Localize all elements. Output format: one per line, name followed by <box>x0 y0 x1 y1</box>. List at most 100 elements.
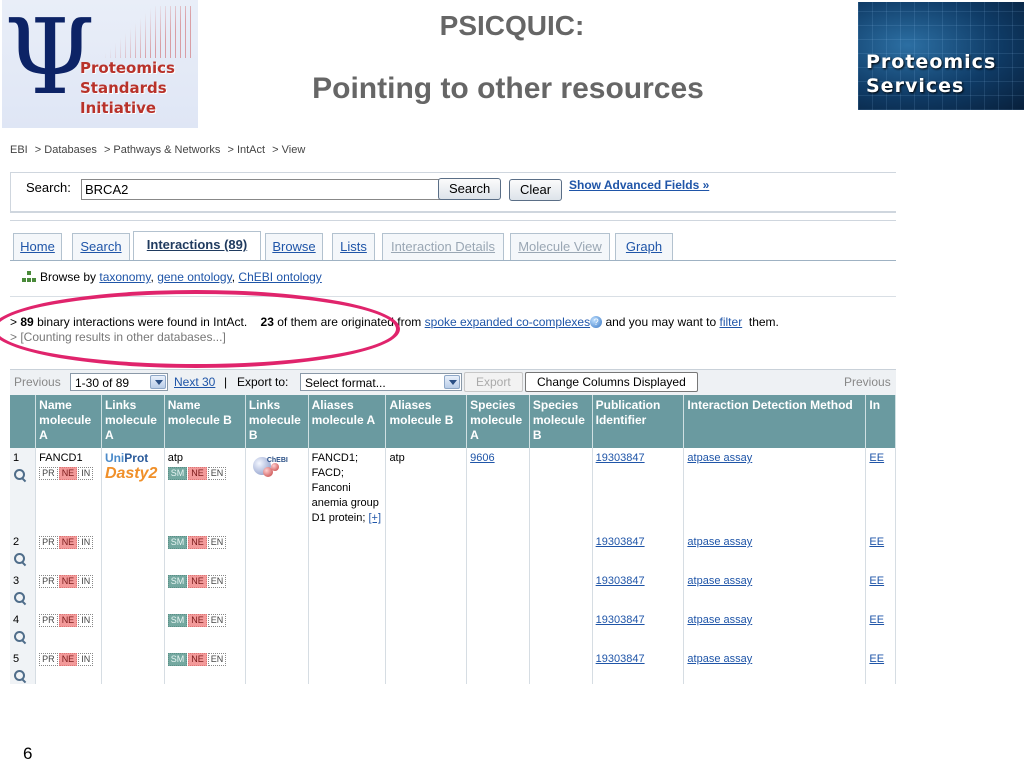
pager-separator: | <box>224 375 228 389</box>
tag-in[interactable]: IN <box>78 467 94 480</box>
tag-ne[interactable]: NE <box>188 614 207 627</box>
filter-link[interactable]: filter <box>720 315 743 329</box>
column-header[interactable]: Links molecule B <box>245 395 309 448</box>
detection-method-link[interactable]: atpase assay <box>687 452 752 464</box>
tab-graph[interactable]: Graph <box>615 233 673 260</box>
search-input[interactable] <box>81 179 441 200</box>
tag-ne[interactable]: NE <box>58 575 78 588</box>
search-button[interactable]: Search <box>438 178 502 200</box>
magnifier-icon[interactable] <box>13 669 27 683</box>
change-columns-button[interactable]: Change Columns Displayed <box>525 372 698 392</box>
breadcrumb-item[interactable]: > Databases <box>35 144 97 156</box>
tag-ne[interactable]: NE <box>58 467 78 480</box>
tab-lists[interactable]: Lists <box>332 233 375 260</box>
clear-button[interactable]: Clear <box>509 179 563 201</box>
show-advanced-fields-link[interactable]: Show Advanced Fields » <box>569 178 709 192</box>
column-header[interactable]: Species molecule A <box>466 395 530 448</box>
tab-molecule-view[interactable]: Molecule View <box>510 233 610 260</box>
tag-in[interactable]: IN <box>78 575 94 588</box>
tag-pr[interactable]: PR <box>39 653 58 666</box>
tag-ne[interactable]: NE <box>188 653 207 666</box>
page-range-select[interactable]: 1-30 of 89 <box>70 373 168 391</box>
tag-sm[interactable]: SM <box>167 614 188 627</box>
next-30-link[interactable]: Next 30 <box>174 375 215 389</box>
publication-link[interactable]: 19303847 <box>596 452 645 464</box>
truncated-cell: EE <box>865 448 896 532</box>
tag-pr[interactable]: PR <box>39 575 58 588</box>
tag-in[interactable]: IN <box>78 614 94 627</box>
tab-home[interactable]: Home <box>13 233 62 260</box>
tag-in[interactable]: IN <box>78 536 94 549</box>
tab-search[interactable]: Search <box>72 233 130 260</box>
tag-en[interactable]: EN <box>207 467 227 480</box>
truncated-link[interactable]: EE <box>869 653 884 665</box>
dasty-logo[interactable]: Dasty2 <box>105 466 161 482</box>
breadcrumb-item[interactable]: > Pathways & Networks <box>104 144 220 156</box>
tab-interactions[interactable]: Interactions (89) <box>133 231 261 260</box>
aliases-expand-link[interactable]: [+] <box>368 512 381 524</box>
tag-ne[interactable]: NE <box>58 614 78 627</box>
detection-method-link[interactable]: atpase assay <box>687 536 752 548</box>
tag-in[interactable]: IN <box>78 653 94 666</box>
gene-ontology-link[interactable]: gene ontology <box>157 270 232 284</box>
species-a-link[interactable]: 9606 <box>470 452 494 464</box>
column-header[interactable]: Links molecule A <box>101 395 165 448</box>
previous-link[interactable]: Previous <box>14 375 61 389</box>
truncated-link[interactable]: EE <box>869 575 884 587</box>
chebi-logo[interactable]: ChEBI <box>249 451 295 483</box>
chebi-ontology-link[interactable]: ChEBI ontology <box>238 270 321 284</box>
tag-ne[interactable]: NE <box>188 467 207 480</box>
column-header[interactable]: Aliases molecule A <box>308 395 387 448</box>
column-header[interactable]: Name molecule A <box>35 395 102 448</box>
detection-method-link[interactable]: atpase assay <box>687 653 752 665</box>
magnifier-icon[interactable] <box>13 552 27 566</box>
publication-link[interactable]: 19303847 <box>596 575 645 587</box>
detection-method-link[interactable]: atpase assay <box>687 575 752 587</box>
tag-en[interactable]: EN <box>207 653 227 666</box>
tag-pr[interactable]: PR <box>39 614 58 627</box>
taxonomy-link[interactable]: taxonomy <box>99 270 150 284</box>
truncated-link[interactable]: EE <box>869 536 884 548</box>
tag-en[interactable]: EN <box>207 536 227 549</box>
column-header[interactable]: Interaction Detection Method <box>683 395 867 448</box>
tag-en[interactable]: EN <box>207 614 227 627</box>
truncated-cell: EE <box>865 649 896 684</box>
breadcrumb-item[interactable]: EBI <box>10 144 28 156</box>
column-header[interactable]: Name molecule B <box>164 395 246 448</box>
export-format-select[interactable]: Select format... <box>300 373 462 391</box>
column-header[interactable]: Aliases molecule B <box>385 395 468 448</box>
tag-ne[interactable]: NE <box>58 653 78 666</box>
magnifier-icon[interactable] <box>13 630 27 644</box>
tag-sm[interactable]: SM <box>167 653 188 666</box>
tag-ne[interactable]: NE <box>58 536 78 549</box>
tag-sm[interactable]: SM <box>167 536 188 549</box>
publication-link[interactable]: 19303847 <box>596 653 645 665</box>
previous-link-right[interactable]: Previous <box>844 375 891 389</box>
magnifier-icon[interactable] <box>13 468 27 482</box>
help-icon[interactable]: ? <box>590 316 603 328</box>
tab-interaction-details[interactable]: Interaction Details <box>382 233 504 260</box>
tag-sm[interactable]: SM <box>167 575 188 588</box>
truncated-link[interactable]: EE <box>869 614 884 626</box>
spoke-expanded-link[interactable]: spoke expanded co-complexes <box>425 315 590 329</box>
export-button[interactable]: Export <box>464 372 523 392</box>
column-header[interactable]: Species molecule B <box>529 395 593 448</box>
column-header[interactable]: In <box>865 395 896 448</box>
publication-link[interactable]: 19303847 <box>596 614 645 626</box>
magnifier-icon[interactable] <box>13 591 27 605</box>
links-a-cell <box>101 532 165 571</box>
truncated-link[interactable]: EE <box>869 452 884 464</box>
tag-pr[interactable]: PR <box>39 536 58 549</box>
column-header[interactable]: Publication Identifier <box>592 395 685 448</box>
detection-method-link[interactable]: atpase assay <box>687 614 752 626</box>
tag-sm[interactable]: SM <box>167 467 188 480</box>
tag-ne[interactable]: NE <box>188 575 207 588</box>
tag-en[interactable]: EN <box>207 575 227 588</box>
tag-pr[interactable]: PR <box>39 467 58 480</box>
breadcrumb-item[interactable]: > View <box>272 144 305 156</box>
uniprot-logo[interactable]: UniProt <box>105 451 161 466</box>
tag-ne[interactable]: NE <box>188 536 207 549</box>
breadcrumb-item[interactable]: > IntAct <box>227 144 265 156</box>
tab-browse[interactable]: Browse <box>265 233 323 260</box>
publication-link[interactable]: 19303847 <box>596 536 645 548</box>
